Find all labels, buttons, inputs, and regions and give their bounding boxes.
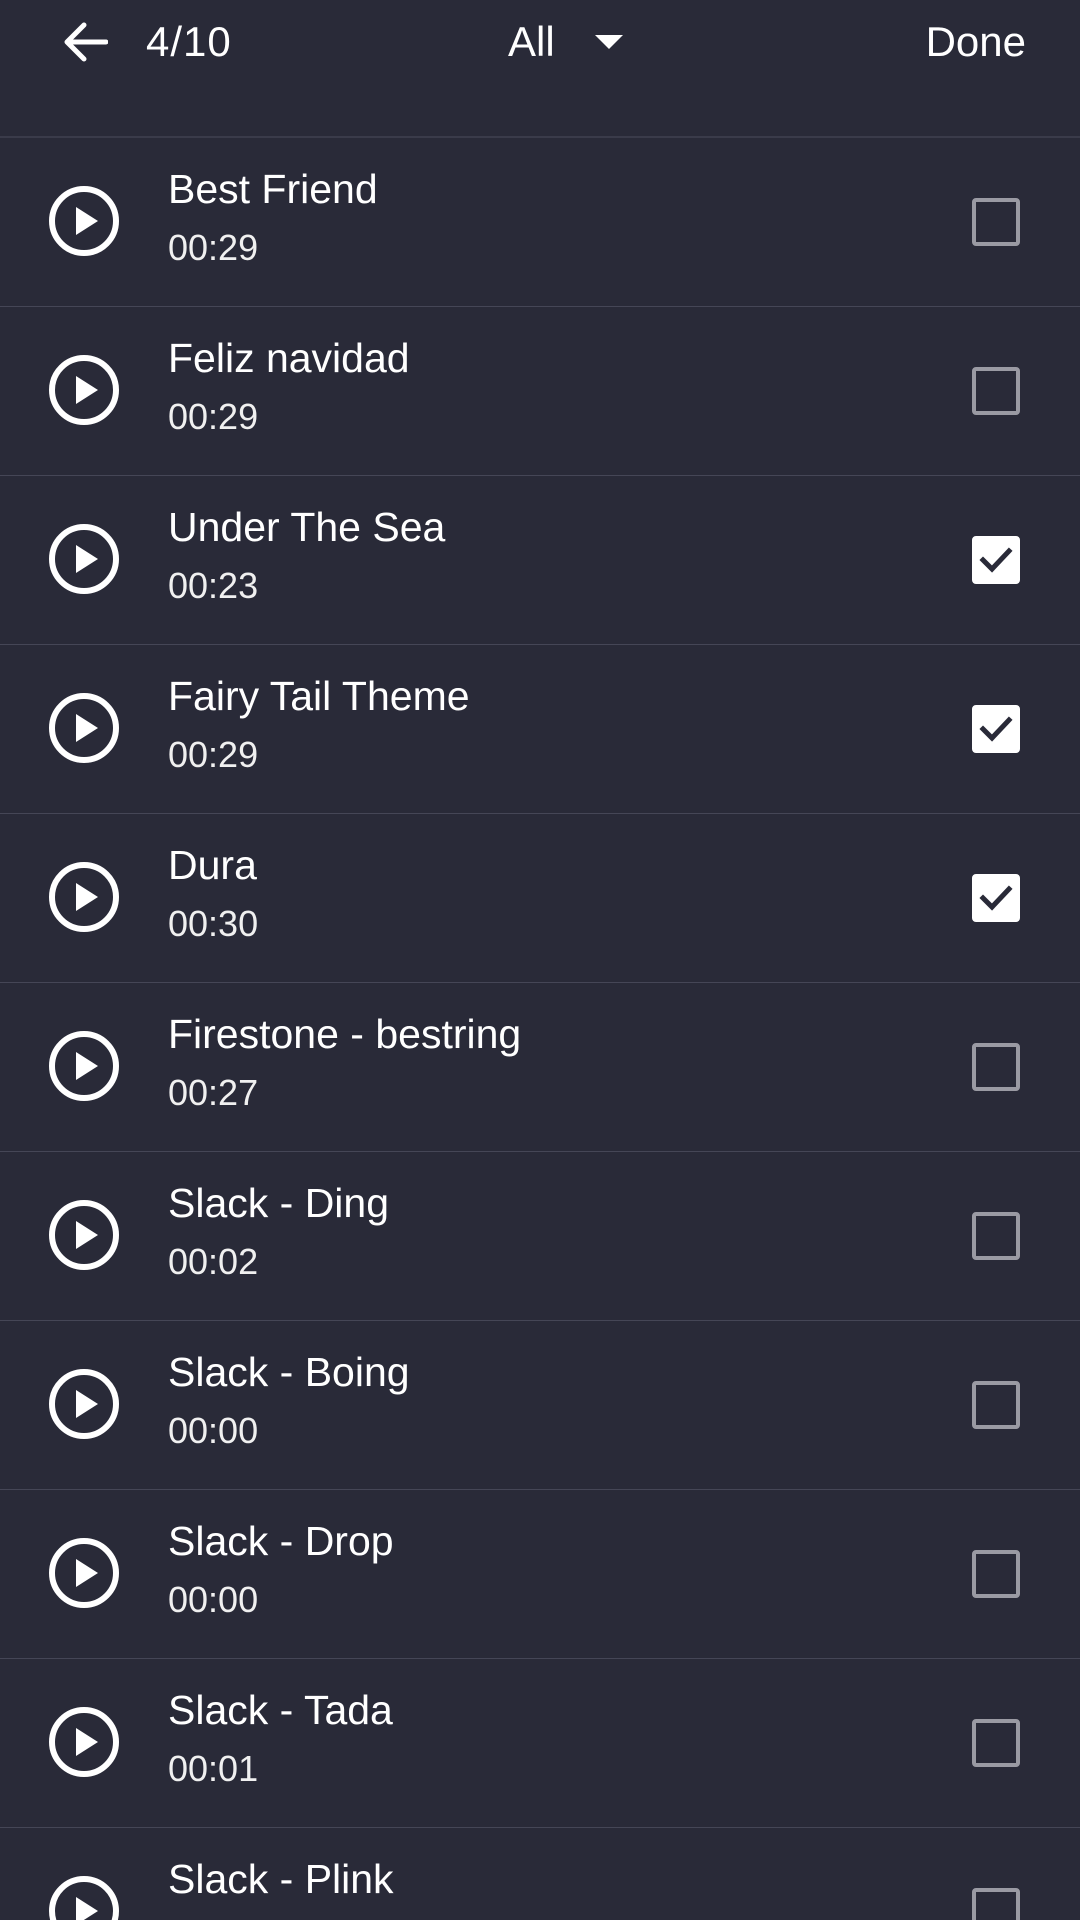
song-duration: 00:29 [168, 734, 259, 775]
select-checkbox[interactable] [972, 1212, 1020, 1260]
play-circle-icon[interactable] [48, 1706, 120, 1778]
song-duration: 00:29 [168, 227, 259, 268]
play-circle-icon[interactable] [48, 1368, 120, 1440]
song-row[interactable]: Slack - Tada 00:01 [0, 1659, 1080, 1828]
select-checkbox[interactable] [972, 1043, 1020, 1091]
song-duration: 00:30 [168, 903, 259, 944]
song-title: Slack - Tada [168, 1687, 393, 1733]
select-checkbox[interactable] [972, 198, 1020, 246]
play-circle-icon[interactable] [48, 1199, 120, 1271]
select-checkbox[interactable] [972, 1550, 1020, 1598]
play-circle-icon[interactable] [48, 1537, 120, 1609]
play-circle-icon[interactable] [48, 861, 120, 933]
selection-counter: 4/10 [146, 18, 232, 65]
song-title: Fairy Tail Theme [168, 673, 470, 719]
song-row[interactable]: Slack - Drop 00:00 [0, 1490, 1080, 1659]
song-row[interactable]: Feliz navidad 00:29 [0, 307, 1080, 476]
filter-dropdown[interactable]: All [508, 12, 623, 72]
select-checkbox[interactable] [972, 536, 1020, 584]
ringtone-picker-screen: 4/10 All Done Best Friend 00:29 Feliz navi… [0, 0, 1080, 1920]
song-duration: 00:00 [168, 1410, 259, 1451]
song-duration: 00:00 [168, 1579, 259, 1620]
done-button[interactable]: Done [926, 14, 1026, 70]
song-title: Under The Sea [168, 504, 446, 550]
song-title: Firestone - bestring [168, 1011, 522, 1057]
play-circle-icon[interactable] [48, 1030, 120, 1102]
song-list: Best Friend 00:29 Feliz navidad 00:29 Under … [0, 138, 1080, 1920]
song-title: Slack - Drop [168, 1518, 394, 1564]
top-toolbar: 4/10 All Done [0, 0, 1080, 138]
song-row[interactable]: Slack - Ding 00:02 [0, 1152, 1080, 1321]
caret-down-icon [594, 35, 623, 49]
song-title: Slack - Ding [168, 1180, 390, 1226]
song-title: Slack - Boing [168, 1349, 410, 1395]
select-checkbox[interactable] [972, 705, 1020, 753]
song-row[interactable]: Fairy Tail Theme 00:29 [0, 645, 1080, 814]
checkmark-icon [979, 716, 1013, 742]
select-checkbox[interactable] [972, 1719, 1020, 1767]
song-row[interactable]: Slack - Plink [0, 1828, 1080, 1920]
song-title: Slack - Plink [168, 1856, 394, 1902]
checkmark-icon [979, 885, 1013, 911]
select-checkbox[interactable] [972, 1381, 1020, 1429]
select-checkbox[interactable] [972, 1888, 1020, 1920]
song-duration: 00:02 [168, 1241, 259, 1282]
song-row[interactable]: Firestone - bestring 00:27 [0, 983, 1080, 1152]
song-row[interactable]: Dura 00:30 [0, 814, 1080, 983]
song-row[interactable]: Best Friend 00:29 [0, 138, 1080, 307]
back-button[interactable] [50, 10, 120, 74]
play-circle-icon[interactable] [48, 692, 120, 764]
checkmark-icon [979, 547, 1013, 573]
song-duration: 00:01 [168, 1748, 259, 1789]
arrow-left-icon [64, 22, 108, 62]
play-circle-icon[interactable] [48, 354, 120, 426]
song-duration: 00:27 [168, 1072, 259, 1113]
select-checkbox[interactable] [972, 874, 1020, 922]
select-checkbox[interactable] [972, 367, 1020, 415]
song-title: Best Friend [168, 166, 378, 212]
song-title: Feliz navidad [168, 335, 410, 381]
song-row[interactable]: Slack - Boing 00:00 [0, 1321, 1080, 1490]
song-row[interactable]: Under The Sea 00:23 [0, 476, 1080, 645]
song-title: Dura [168, 842, 257, 888]
play-circle-icon[interactable] [48, 185, 120, 257]
play-circle-icon[interactable] [48, 523, 120, 595]
song-duration: 00:23 [168, 565, 259, 606]
song-duration: 00:29 [168, 396, 259, 437]
filter-label: All [508, 18, 555, 65]
play-circle-icon[interactable] [48, 1875, 120, 1920]
